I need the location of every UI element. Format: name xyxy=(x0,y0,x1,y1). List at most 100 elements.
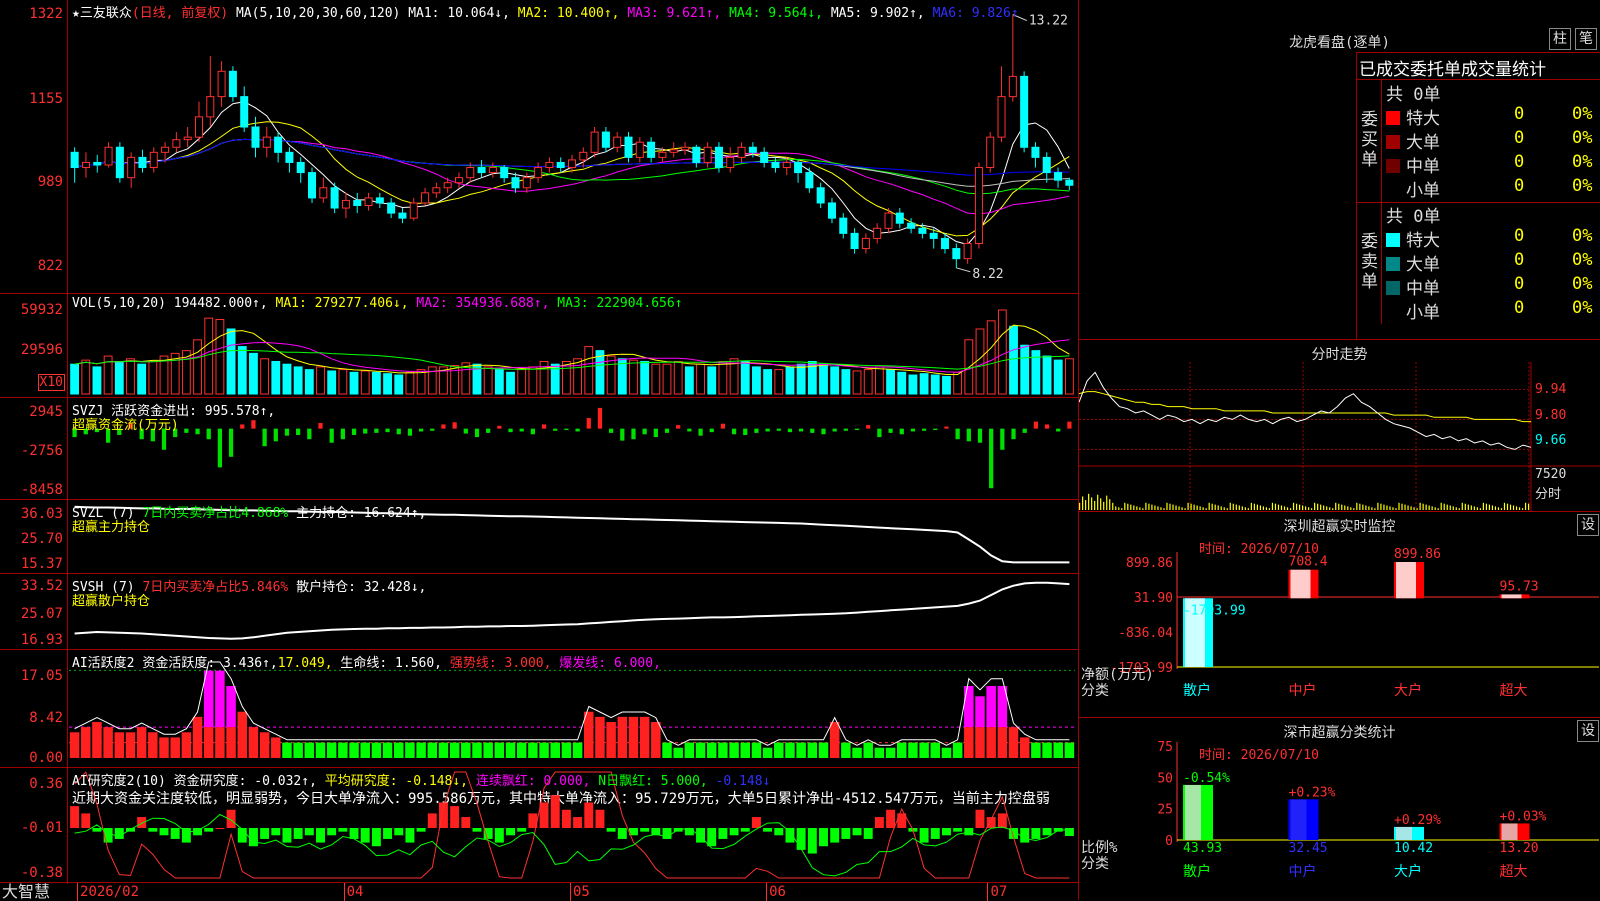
research-bar xyxy=(852,828,862,836)
activity-bar xyxy=(964,686,974,728)
fenshi-volume-bar xyxy=(1265,507,1268,510)
candle-body xyxy=(251,126,260,148)
fenshi-volume-bar xyxy=(1383,504,1385,510)
fenshi-vol-tick: 7520 xyxy=(1535,467,1567,482)
candle-body xyxy=(341,199,350,209)
activity-bar xyxy=(941,747,952,758)
fenshi-volume-bar xyxy=(1229,502,1231,510)
sell-row-2: 中单 0 0% xyxy=(1386,274,1598,299)
activity-bar xyxy=(606,722,616,758)
research-bar xyxy=(506,828,515,836)
ai1-value2: 17.049, xyxy=(277,656,333,671)
vol-y-axis: 59932 29596 X10 xyxy=(0,294,68,397)
ai1-value: 3.436↑, xyxy=(222,656,278,671)
star-icon[interactable]: ★ xyxy=(72,6,80,21)
fenshi-volume-bar xyxy=(1148,503,1150,510)
candle-body xyxy=(681,146,690,151)
candle-body xyxy=(918,227,927,234)
y-tick: 899.86 xyxy=(1126,556,1173,571)
activity-bar xyxy=(304,742,315,758)
candle-body xyxy=(545,161,554,169)
ai2-panel[interactable]: 0.36 -0.01 -0.38 AI研究度2(10) 资金研究度: -0.03… xyxy=(0,768,1078,884)
activity-bar xyxy=(975,727,985,758)
row-label: 大单 xyxy=(1406,133,1440,153)
candle-body xyxy=(692,146,701,163)
fund-flow-bar xyxy=(877,428,882,438)
longhu-title: 龙虎看盘(逐单) xyxy=(1289,35,1390,51)
activity-bar xyxy=(472,742,482,758)
fenshi-volume-bar xyxy=(1295,503,1298,510)
tick-mode-button[interactable]: 笔 xyxy=(1575,28,1597,50)
research-bar xyxy=(953,828,963,832)
fenshi-volume-bar xyxy=(1467,504,1469,510)
ratio-value-label: 13.20 xyxy=(1500,841,1539,856)
research-bar xyxy=(606,828,616,832)
svsh-panel[interactable]: 33.52 25.07 16.93 SVSH (7) 7日内买卖净占比5.846… xyxy=(0,574,1078,650)
research-bar xyxy=(819,828,828,847)
kline-chart[interactable]: 13.22 8.22 xyxy=(69,0,1077,292)
ma6-value: MA6: 9.826↑ xyxy=(932,6,1019,21)
volume-bar xyxy=(573,358,583,395)
bar-mode-button[interactable]: 柱 xyxy=(1549,28,1571,50)
fenshi-volume-bar xyxy=(1488,504,1491,510)
fenshi-volume-bar xyxy=(1398,502,1400,510)
research-bar xyxy=(148,828,158,832)
fenshi-volume-bar xyxy=(1268,508,1271,510)
fund-flow-bar xyxy=(888,428,893,433)
volume-bar xyxy=(517,369,527,395)
longhu-table: 已成交委托单成交量统计 委买单 共 0单 特大 0 0% 大单 0 0% 中单 0 0% 小单 0 0… xyxy=(1356,52,1600,340)
sz-class-panel[interactable]: 深市超赢分类统计 设 时间: 2026/07/10 75 50 25 0 比例% 分类 -0… xyxy=(1078,718,1600,900)
fund-flow-bar xyxy=(620,428,625,441)
volume-bar xyxy=(1053,359,1063,395)
candle-body xyxy=(737,146,746,158)
ai1-panel[interactable]: 17.05 8.42 0.00 AI活跃度2 资金活跃度: 3.436↑,17.… xyxy=(0,650,1078,768)
svzl-subtitle: 超赢主力持仓 xyxy=(72,520,151,535)
candle-body xyxy=(228,70,237,98)
research-bar xyxy=(886,809,896,828)
svzl-panel[interactable]: 36.03 25.70 15.37 SVZL (7) 7日内买卖净占比4.868… xyxy=(0,500,1078,574)
fenshi-volume-bar xyxy=(1368,506,1370,510)
candle-body xyxy=(127,156,136,179)
candle-body xyxy=(669,149,678,153)
activity-bar xyxy=(103,727,113,758)
row-label: 小单 xyxy=(1406,303,1440,323)
kline-panel[interactable]: 1322 1155 989 822 ★三友联众(日线, 前复权) MA(5,10… xyxy=(0,0,1078,294)
sz-class-chart[interactable]: 75 50 25 0 比例%分类 -0.54% 43.93 散户 +0.23% 32.45 中户 +0… xyxy=(1079,718,1600,900)
volume-bar xyxy=(450,365,460,395)
sz-monitor-panel[interactable]: 深圳超赢实时监控 设 时间: 2026/07/10 899.86 31.90 -83… xyxy=(1078,512,1600,718)
research-bar xyxy=(763,828,773,832)
ratio-value-label: 32.45 xyxy=(1289,841,1328,856)
volume-bar xyxy=(785,366,795,395)
candle-body xyxy=(387,202,396,214)
activity-bar xyxy=(461,742,471,758)
ma4-value: MA4: 9.564↓, xyxy=(729,6,824,21)
activity-bar xyxy=(684,742,695,758)
color-swatch xyxy=(1386,281,1400,295)
fenshi-volume-bar xyxy=(1220,506,1222,510)
vol-panel[interactable]: 59932 29596 X10 VOL(5,10,20) 194482.000↑… xyxy=(0,294,1078,398)
research-bar xyxy=(707,828,717,847)
row-label: 中单 xyxy=(1406,157,1440,177)
fenshi-volume-bar xyxy=(1301,505,1304,510)
fund-flow-bar xyxy=(184,428,189,433)
y-tick: -0.38 xyxy=(20,865,63,881)
fenshi-chart[interactable] xyxy=(1079,362,1600,512)
sz-monitor-chart[interactable]: 899.8631.90-836.04-1703.99净额(万元)分类-1703.… xyxy=(1079,512,1600,718)
fenshi-volume-bar xyxy=(1211,503,1213,510)
row-label: 大单 xyxy=(1406,255,1440,275)
volume-bar xyxy=(1042,355,1052,395)
activity-bar xyxy=(896,742,907,758)
research-bar xyxy=(640,828,650,832)
y-tick: 25 xyxy=(1157,803,1173,818)
candle-body xyxy=(839,217,848,234)
activity-bar xyxy=(215,670,225,728)
y-tick: -836.04 xyxy=(1118,626,1173,641)
volume-bar xyxy=(383,373,392,395)
svzj-panel[interactable]: 2945 -2756 -8458 SVZJ 活跃资金进出: 995.578↑, … xyxy=(0,398,1078,500)
research-bar xyxy=(517,828,527,832)
longhu-panel[interactable]: 龙虎看盘(逐单) 柱 笔 已成交委托单成交量统计 委买单 共 0单 特大 0 0% 大… xyxy=(1078,0,1600,340)
volume-bar xyxy=(360,370,370,395)
activity-bar xyxy=(315,742,326,758)
fenshi-panel[interactable]: 分时走势 9.94 9.80 9.66 7520 分时 xyxy=(1078,340,1600,512)
fenshi-volume-bar xyxy=(1509,504,1512,510)
